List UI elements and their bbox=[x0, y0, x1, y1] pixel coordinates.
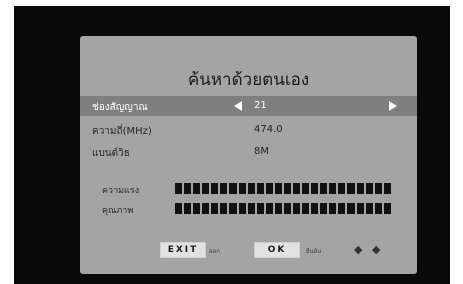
meter-segment bbox=[374, 203, 382, 214]
exit-hint: ออก bbox=[209, 248, 220, 255]
meter-segment bbox=[302, 183, 310, 194]
meter-segment bbox=[265, 203, 273, 214]
meter-segment bbox=[238, 203, 246, 214]
bandwidth-label: แบนด์วิธ bbox=[92, 148, 130, 159]
meter-segment bbox=[347, 183, 355, 194]
meter-segment bbox=[274, 203, 282, 214]
meter-segment bbox=[274, 183, 282, 194]
meter-segment bbox=[283, 203, 292, 214]
meter-segment bbox=[175, 183, 183, 194]
meter-segment bbox=[202, 203, 210, 214]
meter-segment bbox=[311, 183, 319, 194]
meter-segment bbox=[283, 183, 292, 194]
meter-segment bbox=[365, 183, 373, 194]
meter-segment bbox=[211, 203, 219, 214]
meter-segment bbox=[265, 183, 273, 194]
meter-segment bbox=[211, 183, 219, 194]
meter-segment bbox=[356, 183, 364, 194]
frequency-value: 474.0 bbox=[254, 124, 283, 135]
signal-strength-row: ความแรง bbox=[80, 182, 417, 196]
meter-segment bbox=[329, 183, 337, 194]
signal-quality-row: คุณภาพ bbox=[80, 202, 417, 216]
channel-value: 21 bbox=[254, 100, 267, 111]
frequency-row[interactable]: ความถี่(MHz) 474.0 bbox=[80, 120, 417, 140]
meter-segment bbox=[193, 203, 201, 214]
meter-segment bbox=[383, 183, 391, 194]
arrow-left-icon[interactable] bbox=[234, 101, 242, 111]
meter-segment bbox=[293, 203, 301, 214]
meter-segment bbox=[229, 183, 237, 194]
meter-segment bbox=[356, 203, 364, 214]
tv-screen: ค้นหาด้วยตนเอง ช่องสัญญาณ 21 ความถี่(MHz… bbox=[14, 6, 450, 284]
channel-label: ช่องสัญญาณ bbox=[92, 102, 148, 113]
meter-segment bbox=[320, 203, 328, 214]
meter-segment bbox=[374, 183, 382, 194]
channel-row[interactable]: ช่องสัญญาณ 21 bbox=[80, 96, 417, 116]
signal-strength-meter bbox=[175, 183, 391, 194]
meter-segment bbox=[238, 183, 246, 194]
frequency-label: ความถี่(MHz) bbox=[92, 126, 152, 137]
meter-segment bbox=[347, 203, 355, 214]
ok-button[interactable]: OK bbox=[254, 242, 300, 258]
signal-quality-label: คุณภาพ bbox=[102, 206, 134, 216]
meter-segment bbox=[229, 203, 237, 214]
bandwidth-row[interactable]: แบนด์วิธ 8M bbox=[80, 142, 417, 162]
navigation-arrows-icon: ◆ ◆ bbox=[354, 243, 384, 256]
meter-segment bbox=[193, 183, 201, 194]
meter-segment bbox=[302, 203, 310, 214]
meter-segment bbox=[247, 203, 255, 214]
meter-segment bbox=[247, 183, 255, 194]
meter-segment bbox=[220, 183, 228, 194]
meter-segment bbox=[175, 203, 183, 214]
meter-segment bbox=[293, 183, 301, 194]
meter-segment bbox=[220, 203, 228, 214]
meter-segment bbox=[329, 203, 337, 214]
meter-segment bbox=[256, 183, 264, 194]
meter-segment bbox=[311, 203, 319, 214]
dialog-title: ค้นหาด้วยตนเอง bbox=[187, 70, 310, 90]
arrow-right-icon[interactable] bbox=[389, 101, 397, 111]
meter-segment bbox=[365, 203, 373, 214]
dialog-footer: EXIT ออก OK ยืนยัน ◆ ◆ bbox=[80, 240, 417, 262]
meter-segment bbox=[338, 183, 346, 194]
meter-segment bbox=[202, 183, 210, 194]
meter-segment bbox=[184, 183, 192, 194]
ok-hint: ยืนยัน bbox=[306, 248, 322, 255]
meter-segment bbox=[338, 203, 346, 214]
signal-quality-meter bbox=[175, 203, 391, 214]
bandwidth-value: 8M bbox=[254, 146, 269, 157]
meter-segment bbox=[184, 203, 192, 214]
exit-button[interactable]: EXIT bbox=[160, 242, 206, 258]
meter-segment bbox=[383, 203, 391, 214]
meter-segment bbox=[320, 183, 328, 194]
manual-search-dialog: ค้นหาด้วยตนเอง ช่องสัญญาณ 21 ความถี่(MHz… bbox=[80, 36, 417, 274]
meter-segment bbox=[256, 203, 264, 214]
signal-strength-label: ความแรง bbox=[102, 186, 140, 196]
